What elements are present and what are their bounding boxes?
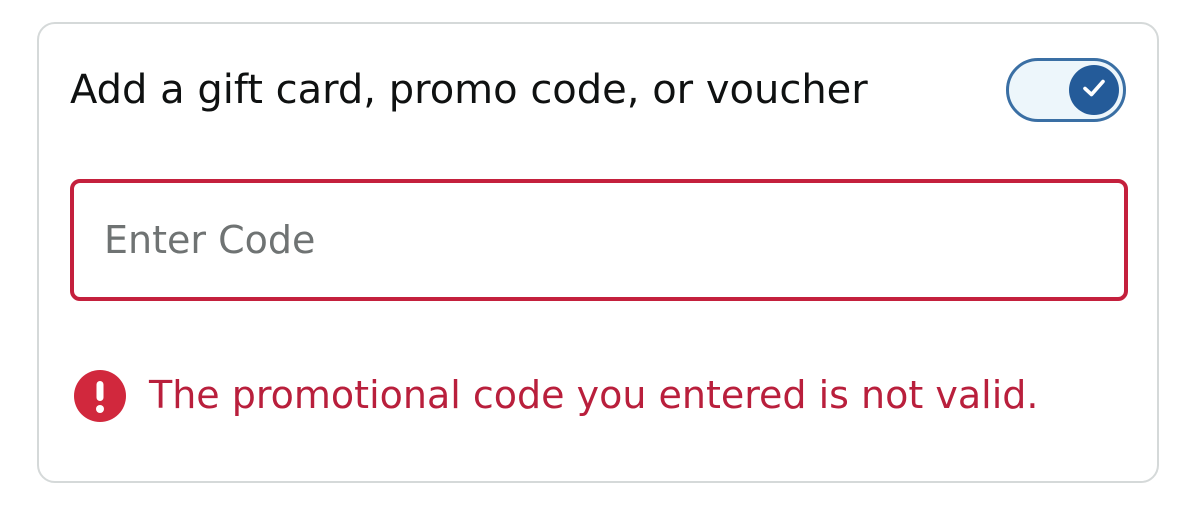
gift-card-title: Add a gift card, promo code, or voucher bbox=[70, 67, 868, 113]
error-message-row: The promotional code you entered is not … bbox=[74, 367, 1124, 423]
promo-code-input[interactable] bbox=[104, 183, 1104, 297]
gift-card-panel: Add a gift card, promo code, or voucher … bbox=[37, 22, 1159, 483]
exclamation-circle-icon bbox=[74, 370, 126, 422]
promo-code-field bbox=[70, 179, 1128, 301]
gift-card-toggle[interactable] bbox=[1006, 58, 1126, 122]
gift-card-header: Add a gift card, promo code, or voucher bbox=[70, 58, 1126, 126]
toggle-knob bbox=[1069, 65, 1119, 115]
checkmark-icon bbox=[1081, 75, 1107, 105]
error-message: The promotional code you entered is not … bbox=[149, 373, 1039, 417]
